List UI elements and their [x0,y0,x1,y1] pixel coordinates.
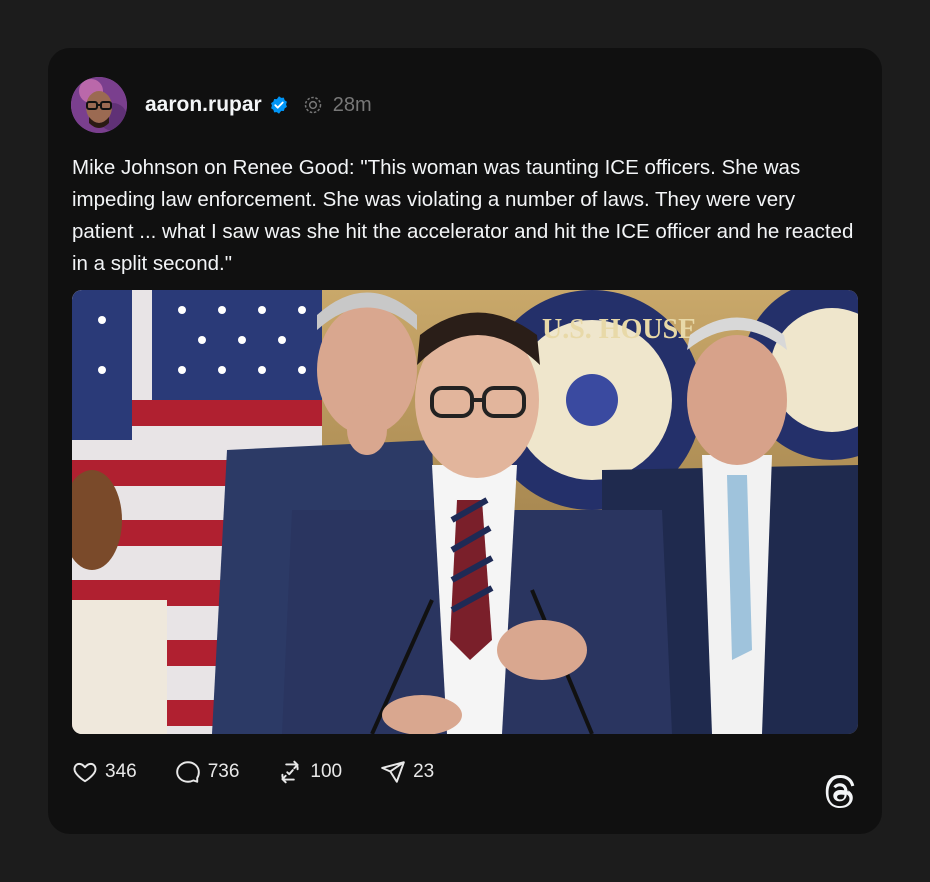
post-timestamp: 28m [332,93,372,116]
repost-icon [281,760,299,784]
avatar-image [71,77,127,133]
verified-badge-icon [270,96,287,114]
like-button[interactable]: 346 [72,759,137,785]
post-video[interactable]: U.S. HOUSE [72,290,858,734]
threads-fediverse-icon [304,96,321,114]
action-bar: 346 736 100 23 [72,759,472,785]
threads-logo-icon[interactable] [823,774,857,812]
post-header: aaron.rupar 28m [71,77,372,133]
reply-count: 736 [207,761,240,782]
post-body-text: Mike Johnson on Renee Good: "This woman … [72,156,854,275]
reply-button[interactable]: 736 [175,759,240,785]
send-icon [381,761,405,783]
post-card: aaron.rupar 28m Mike Johnson on Renee Go… [48,48,882,834]
video-frame-image: U.S. HOUSE [72,290,858,734]
repost-button[interactable]: 100 [277,759,342,785]
like-count: 346 [105,761,137,782]
repost-count: 100 [310,761,343,782]
heart-icon [73,762,97,783]
share-count: 23 [413,761,435,782]
comment-icon [175,761,200,783]
username[interactable]: aaron.rupar [145,93,262,117]
avatar[interactable] [71,77,127,133]
seal-text: U.S. HOUSE [542,314,697,345]
share-button[interactable]: 23 [380,759,434,785]
